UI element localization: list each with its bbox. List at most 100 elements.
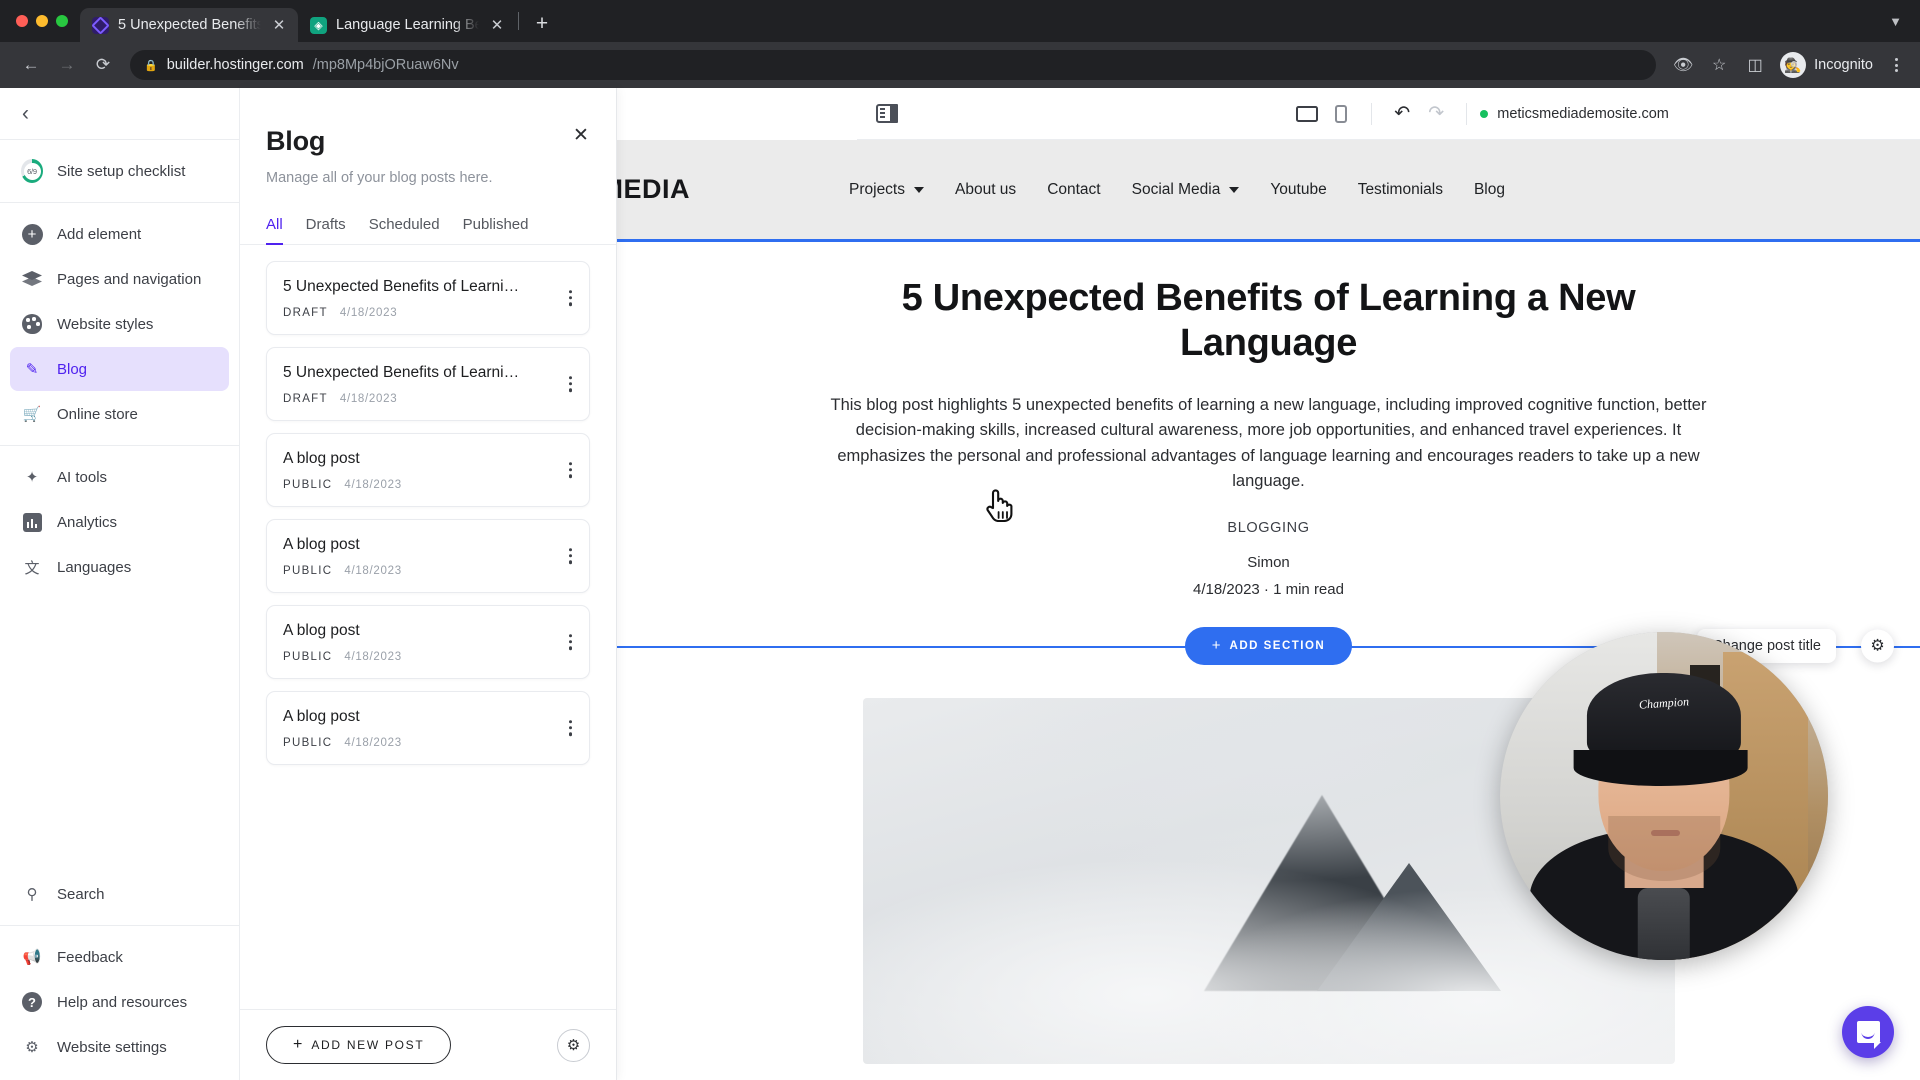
list-item[interactable]: A blog post PUBLIC 4/18/2023 — [266, 605, 590, 679]
browser-tab-2[interactable]: ◈ Language Learning Benefits. ✕ — [298, 8, 516, 42]
window-traffic-lights — [10, 0, 80, 42]
webcam-person-cap-brim — [1573, 750, 1748, 787]
sidebar-item-website-styles[interactable]: Website styles — [10, 302, 229, 346]
close-tab-2-icon[interactable]: ✕ — [488, 16, 506, 34]
gear-icon: ⚙ — [25, 1039, 39, 1056]
hostinger-icon — [92, 16, 109, 34]
maximize-window-button[interactable] — [56, 15, 68, 27]
list-item[interactable]: 5 Unexpected Benefits of Learni… DRAFT 4… — [266, 347, 590, 421]
plus-circle-icon: + — [21, 223, 43, 245]
new-tab-button[interactable]: + — [527, 9, 557, 39]
site-domain[interactable]: meticsmediademosite.com — [1480, 106, 1669, 122]
post-options-icon[interactable] — [564, 542, 577, 570]
url-host: builder.hostinger.com — [166, 57, 304, 73]
post-hero-section[interactable]: 5 Unexpected Benefits of Learning a New … — [617, 242, 1920, 598]
gear-icon: ⚙ — [1870, 637, 1885, 655]
add-section-button[interactable]: + ADD SECTION — [1184, 626, 1353, 665]
sidebar-item-languages[interactable]: 文 Languages — [10, 545, 229, 589]
site-menu-item-blog[interactable]: Blog — [1474, 181, 1505, 199]
browser-tabstrip: 5 Unexpected Benefits of Lear ✕ ◈ Langua… — [0, 0, 1920, 42]
blog-post-list[interactable]: 5 Unexpected Benefits of Learni… DRAFT 4… — [240, 245, 616, 1009]
sidebar-item-pages-and-navigation[interactable]: Pages and navigation — [10, 257, 229, 301]
eye-off-icon[interactable]: 👁 — [1668, 50, 1698, 80]
close-tab-1-icon[interactable]: ✕ — [270, 16, 288, 34]
site-logo[interactable]: SMEDIA — [617, 174, 690, 205]
close-window-button[interactable] — [16, 15, 28, 27]
sidebar-item-label: Online store — [57, 405, 138, 423]
post-category[interactable]: BLOGGING — [617, 520, 1920, 536]
post-description[interactable]: This blog post highlights 5 unexpected b… — [816, 393, 1722, 495]
browser-tab-1[interactable]: 5 Unexpected Benefits of Lear ✕ — [80, 8, 298, 42]
tab-all[interactable]: All — [266, 216, 283, 245]
site-menu-item-youtube[interactable]: Youtube — [1270, 181, 1326, 199]
undo-icon[interactable]: ↶ — [1385, 97, 1419, 131]
side-panel-icon[interactable]: ◫ — [1740, 50, 1770, 80]
post-date: 4/18/2023 — [344, 737, 402, 749]
sidebar-item-website-settings[interactable]: ⚙ Website settings — [10, 1025, 229, 1069]
post-title[interactable]: 5 Unexpected Benefits of Learning a New … — [819, 276, 1719, 366]
add-new-post-button[interactable]: + ADD NEW POST — [266, 1026, 452, 1064]
pencil-icon: ✎ — [25, 361, 39, 378]
site-menu-item-social-media[interactable]: Social Media — [1132, 181, 1240, 199]
blog-settings-button[interactable]: ⚙ — [557, 1028, 590, 1062]
address-bar[interactable]: 🔒 builder.hostinger.com/mp8Mp4bjORuaw6Nv — [130, 50, 1657, 80]
chat-widget-button[interactable] — [1842, 1006, 1894, 1058]
mobile-view-button[interactable] — [1324, 97, 1358, 131]
back-arrow-icon[interactable]: ← — [14, 48, 48, 82]
site-menu-item-projects[interactable]: Projects — [849, 181, 924, 199]
tab-scheduled[interactable]: Scheduled — [369, 216, 440, 245]
sidebar-item-label: Help and resources — [57, 993, 188, 1011]
site-menu-item-about-us[interactable]: About us — [955, 181, 1016, 199]
menu-label: Contact — [1047, 180, 1101, 198]
analytics-icon — [21, 511, 43, 533]
add-section-label: ADD SECTION — [1229, 639, 1326, 652]
sidebar-divider — [0, 925, 239, 926]
reload-icon[interactable]: ⟳ — [86, 48, 120, 82]
list-item[interactable]: A blog post PUBLIC 4/18/2023 — [266, 519, 590, 593]
post-options-icon[interactable] — [564, 628, 577, 656]
site-menu-item-contact[interactable]: Contact — [1047, 181, 1100, 199]
minimize-window-button[interactable] — [36, 15, 48, 27]
forward-arrow-icon[interactable]: → — [50, 48, 84, 82]
sidebar-back-button[interactable]: ‹ — [22, 102, 29, 126]
site-menu-item-testimonials[interactable]: Testimonials — [1358, 181, 1443, 199]
layout-panel-icon[interactable] — [876, 104, 898, 123]
plus-icon: + — [293, 1036, 303, 1053]
list-item[interactable]: 5 Unexpected Benefits of Learni… DRAFT 4… — [266, 261, 590, 335]
editor-toolbar: ↶ ↷ meticsmediademosite.com Save — [857, 88, 1920, 140]
sidebar-item-help-and-resources[interactable]: ? Help and resources — [10, 980, 229, 1024]
list-item[interactable]: A blog post PUBLIC 4/18/2023 — [266, 691, 590, 765]
sidebar-item-feedback[interactable]: 📢 Feedback — [10, 935, 229, 979]
browser-tab-1-title: 5 Unexpected Benefits of Lear — [118, 17, 261, 33]
sidebar-item-analytics[interactable]: Analytics — [10, 500, 229, 544]
status-badge: PUBLIC — [283, 565, 333, 577]
kebab-menu-icon[interactable] — [1889, 58, 1904, 72]
sidebar-item-site-setup-checklist[interactable]: 6/9 Site setup checklist — [10, 149, 229, 193]
sidebar-item-add-element[interactable]: + Add element — [10, 212, 229, 256]
post-options-icon[interactable] — [564, 284, 577, 312]
sidebar-item-ai-tools[interactable]: ✦ AI tools — [10, 455, 229, 499]
toolbar-divider — [1466, 102, 1468, 125]
chevron-down-icon[interactable]: ▼ — [1889, 14, 1902, 29]
post-options-icon[interactable] — [564, 456, 577, 484]
post-options-icon[interactable] — [564, 714, 577, 742]
redo-icon[interactable]: ↷ — [1419, 97, 1453, 131]
plus-icon: + — [1211, 637, 1221, 655]
incognito-profile-button[interactable]: 🕵 Incognito — [1776, 49, 1883, 81]
blog-panel-header: Blog Manage all of your blog posts here.… — [240, 88, 616, 187]
tab-drafts[interactable]: Drafts — [306, 216, 346, 245]
sidebar-item-search[interactable]: ⚲ Search — [10, 872, 229, 916]
list-item[interactable]: A blog post PUBLIC 4/18/2023 — [266, 433, 590, 507]
close-icon[interactable]: ✕ — [568, 122, 594, 148]
desktop-view-button[interactable] — [1290, 97, 1324, 131]
live-status-dot-icon — [1480, 109, 1489, 118]
section-settings-button[interactable]: ⚙ — [1861, 629, 1894, 663]
tab-published[interactable]: Published — [463, 216, 529, 245]
post-title: 5 Unexpected Benefits of Learni… — [283, 364, 520, 381]
star-icon[interactable]: ☆ — [1704, 50, 1734, 80]
post-options-icon[interactable] — [564, 370, 577, 398]
sidebar-item-online-store[interactable]: 🛒 Online store — [10, 392, 229, 436]
sidebar-item-blog[interactable]: ✎ Blog — [10, 347, 229, 391]
post-date: 4/18/2023 — [344, 479, 402, 491]
microphone-shape — [1637, 887, 1691, 960]
